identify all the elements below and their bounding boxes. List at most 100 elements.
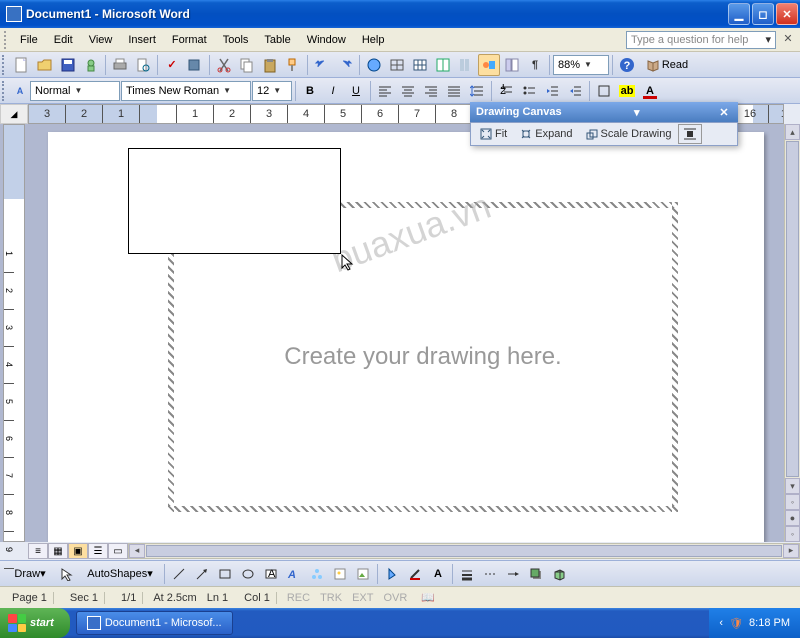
vertical-scrollbar[interactable]: ▴ ▾ ◦ ● ◦ xyxy=(784,124,800,542)
bold-button[interactable]: B xyxy=(299,80,321,102)
border-button[interactable] xyxy=(593,80,615,102)
new-button[interactable] xyxy=(11,54,33,76)
browse-object-button[interactable]: ● xyxy=(785,510,800,526)
horizontal-scrollbar[interactable]: ◂ ▸ xyxy=(128,543,800,559)
toolbar-grip[interactable] xyxy=(2,55,8,75)
menu-insert[interactable]: Insert xyxy=(120,31,164,49)
spelling-button[interactable]: ✓ xyxy=(161,54,183,76)
minimize-button[interactable]: ▁ xyxy=(728,3,750,25)
tray-shield-icon[interactable]: 🛡 xyxy=(729,617,743,630)
scroll-up-button[interactable]: ▴ xyxy=(785,124,800,140)
hyperlink-button[interactable] xyxy=(363,54,385,76)
drawn-rectangle-shape[interactable] xyxy=(128,148,341,254)
wordart-button[interactable]: A xyxy=(283,563,305,585)
scroll-thumb[interactable] xyxy=(786,141,799,477)
textbox-button[interactable]: A xyxy=(260,563,282,585)
scroll-thumb[interactable] xyxy=(146,545,782,557)
justify-button[interactable] xyxy=(443,80,465,102)
menu-tools[interactable]: Tools xyxy=(215,31,257,49)
columns-button[interactable] xyxy=(455,54,477,76)
maximize-button[interactable]: ◻ xyxy=(752,3,774,25)
decrease-indent-button[interactable] xyxy=(541,80,563,102)
menu-format[interactable]: Format xyxy=(164,31,215,49)
styles-button[interactable]: A xyxy=(11,80,29,102)
status-spell-icon[interactable]: 📖 xyxy=(421,591,435,604)
close-button[interactable]: ✕ xyxy=(776,3,798,25)
menu-help[interactable]: Help xyxy=(354,31,393,49)
dash-style-button[interactable] xyxy=(479,563,501,585)
fill-color-button[interactable] xyxy=(381,563,403,585)
zoom-dropdown[interactable]: 88%▼ xyxy=(553,55,609,75)
start-button[interactable]: start xyxy=(0,608,70,638)
drawing-canvas-close-button[interactable]: ✕ xyxy=(716,106,732,119)
font-dropdown[interactable]: Times New Roman▼ xyxy=(121,81,251,101)
oval-button[interactable] xyxy=(237,563,259,585)
outline-view-button[interactable]: ☰ xyxy=(88,543,108,559)
line-spacing-button[interactable] xyxy=(466,80,488,102)
font-size-dropdown[interactable]: 12▼ xyxy=(252,81,292,101)
autoshapes-button[interactable]: AutoShapes ▾ xyxy=(79,563,161,585)
help-search-box[interactable]: Type a question for help ▾ xyxy=(626,31,776,49)
permission-button[interactable] xyxy=(80,54,102,76)
increase-indent-button[interactable] xyxy=(564,80,586,102)
picture-button[interactable] xyxy=(352,563,374,585)
align-right-button[interactable] xyxy=(420,80,442,102)
save-button[interactable] xyxy=(57,54,79,76)
style-dropdown[interactable]: Normal▼ xyxy=(30,81,120,101)
arrow-button[interactable] xyxy=(191,563,213,585)
numbering-button[interactable]: 12 xyxy=(495,80,517,102)
print-button[interactable] xyxy=(109,54,131,76)
select-objects-button[interactable] xyxy=(56,563,78,585)
cut-button[interactable] xyxy=(213,54,235,76)
excel-button[interactable] xyxy=(432,54,454,76)
3d-button[interactable] xyxy=(548,563,570,585)
menu-view[interactable]: View xyxy=(81,31,121,49)
toolbar-options-arrow-icon[interactable]: ▾ xyxy=(634,106,640,119)
status-ovr[interactable]: OVR xyxy=(383,592,407,604)
menu-edit[interactable]: Edit xyxy=(46,31,81,49)
line-style-button[interactable] xyxy=(456,563,478,585)
scroll-left-button[interactable]: ◂ xyxy=(129,544,145,558)
copy-button[interactable] xyxy=(236,54,258,76)
expand-button[interactable]: Expand xyxy=(514,124,577,144)
scroll-right-button[interactable]: ▸ xyxy=(783,544,799,558)
read-button[interactable]: Read xyxy=(639,54,695,76)
font-color-button[interactable]: A xyxy=(639,80,661,102)
drawing-button[interactable] xyxy=(478,54,500,76)
system-tray[interactable]: ‹ 🛡 8:18 PM xyxy=(709,608,800,638)
help-button[interactable]: ? xyxy=(616,54,638,76)
fit-button[interactable]: Fit xyxy=(474,124,512,144)
toolbar-grip[interactable] xyxy=(2,81,8,101)
drawing-canvas-titlebar[interactable]: Drawing Canvas ▾ ✕ xyxy=(470,102,738,122)
format-painter-button[interactable] xyxy=(282,54,304,76)
clipart-button[interactable] xyxy=(329,563,351,585)
italic-button[interactable]: I xyxy=(322,80,344,102)
research-button[interactable] xyxy=(184,54,206,76)
taskbar-word-item[interactable]: Document1 - Microsof... xyxy=(76,611,233,635)
text-wrapping-button[interactable] xyxy=(678,124,702,144)
menu-file[interactable]: File xyxy=(12,31,46,49)
undo-button[interactable] xyxy=(311,54,333,76)
scroll-down-button[interactable]: ▾ xyxy=(785,478,800,494)
line-button[interactable] xyxy=(168,563,190,585)
align-center-button[interactable] xyxy=(397,80,419,102)
document-map-button[interactable] xyxy=(501,54,523,76)
redo-button[interactable] xyxy=(334,54,356,76)
bullets-button[interactable] xyxy=(518,80,540,102)
document-page[interactable]: buaxua.vn Create your drawing here. xyxy=(48,132,764,542)
menu-window[interactable]: Window xyxy=(299,31,354,49)
tables-borders-button[interactable] xyxy=(386,54,408,76)
web-layout-view-button[interactable]: ▦ xyxy=(48,543,68,559)
prev-page-button[interactable]: ◦ xyxy=(785,494,800,510)
tray-arrow-icon[interactable]: ‹ xyxy=(719,617,723,629)
vertical-ruler[interactable]: 21123456789 xyxy=(3,124,25,542)
drawing-canvas-toolbar[interactable]: Drawing Canvas ▾ ✕ Fit Expand Scale Draw… xyxy=(470,102,738,146)
ruler-corner[interactable]: ◢ xyxy=(0,104,28,124)
page-area[interactable]: buaxua.vn Create your drawing here. xyxy=(28,124,784,542)
document-close-button[interactable]: ✕ xyxy=(780,32,796,48)
open-button[interactable] xyxy=(34,54,56,76)
font-color-button[interactable]: A xyxy=(427,563,449,585)
line-color-button[interactable] xyxy=(404,563,426,585)
paste-button[interactable] xyxy=(259,54,281,76)
toolbar-grip[interactable] xyxy=(4,31,8,49)
